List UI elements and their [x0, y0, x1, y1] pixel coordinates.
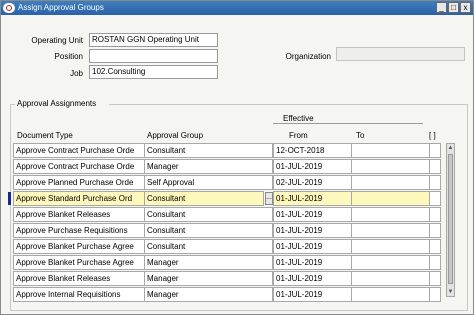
table-row[interactable]: Approve Contract Purchase Orde Consultant…	[8, 143, 444, 159]
to-date-cell[interactable]	[351, 223, 430, 238]
to-date-cell[interactable]	[351, 207, 430, 222]
from-date-cell[interactable]: 01-JUL-2019	[273, 207, 352, 222]
approval-group-cell[interactable]: Consultant	[144, 191, 264, 206]
descriptive-flexfield-cell[interactable]	[429, 255, 441, 270]
descriptive-flexfield-cell[interactable]	[429, 287, 441, 302]
record-indicator[interactable]	[8, 144, 11, 157]
from-date-cell[interactable]: 12-OCT-2018	[273, 143, 352, 158]
descriptive-flexfield-cell[interactable]	[429, 207, 441, 222]
approval-group-cell[interactable]: Manager	[144, 159, 273, 174]
list-of-values-button[interactable]: ...	[265, 192, 273, 205]
column-header-approval-group: Approval Group	[147, 131, 204, 140]
table-row[interactable]: Approve Blanket Releases Manager 01-JUL-20…	[8, 271, 444, 287]
window-title: Assign Approval Groups	[18, 3, 104, 12]
document-type-cell[interactable]: Approve Contract Purchase Orde	[13, 159, 145, 174]
section-title: Approval Assignments	[17, 99, 97, 108]
effective-divider	[273, 123, 423, 124]
record-indicator[interactable]	[8, 224, 11, 237]
scroll-up-icon[interactable]: ▲	[447, 144, 454, 152]
approval-group-cell[interactable]: Manager	[144, 271, 273, 286]
from-date-cell[interactable]: 01-JUL-2019	[273, 255, 352, 270]
operating-unit-field[interactable]: ROSTAN GGN Operating Unit	[89, 33, 218, 47]
from-date-cell[interactable]: 02-JUL-2019	[273, 175, 352, 190]
window-controls: _ □ x	[436, 2, 471, 13]
descriptive-flexfield-cell[interactable]	[429, 271, 441, 286]
table-row[interactable]: Approve Standard Purchase Ord Consultant.…	[8, 191, 444, 207]
document-type-cell[interactable]: Approve Blanket Purchase Agree	[13, 239, 145, 254]
table-row[interactable]: Approve Blanket Purchase Agree Manager 01-…	[8, 255, 444, 271]
column-header-from: From	[289, 131, 308, 140]
document-type-cell[interactable]: Approve Blanket Releases	[13, 207, 145, 222]
document-type-cell[interactable]: Approve Internal Requisitions	[13, 287, 145, 302]
record-indicator[interactable]	[8, 208, 11, 221]
record-indicator[interactable]	[8, 288, 11, 301]
title-bar: Assign Approval Groups _ □ x	[1, 1, 473, 15]
vertical-scrollbar[interactable]: ▲ ▼	[446, 143, 455, 297]
record-indicator[interactable]	[8, 240, 11, 253]
from-date-cell[interactable]: 01-JUL-2019	[273, 271, 352, 286]
position-label: Position	[54, 52, 83, 61]
approval-group-cell[interactable]: Consultant	[144, 143, 273, 158]
scroll-down-icon[interactable]: ▼	[447, 288, 454, 296]
table-row[interactable]: Approve Internal Requisitions Manager 01-J…	[8, 287, 444, 303]
record-indicator[interactable]	[8, 192, 11, 205]
to-date-cell[interactable]	[351, 255, 430, 270]
table-row[interactable]: Approve Blanket Releases Consultant 01-JUL…	[8, 207, 444, 223]
descriptive-flexfield-cell[interactable]	[429, 143, 441, 158]
table-row[interactable]: Approve Blanket Purchase Agree Consultant…	[8, 239, 444, 255]
to-date-cell[interactable]	[351, 175, 430, 190]
position-field[interactable]	[89, 49, 218, 63]
scroll-thumb[interactable]	[448, 154, 453, 284]
approval-group-cell[interactable]: Manager	[144, 287, 273, 302]
document-type-cell[interactable]: Approve Purchase Requisitions	[13, 223, 145, 238]
from-date-cell[interactable]: 01-JUL-2019	[273, 191, 352, 206]
job-label: Job	[70, 69, 83, 78]
record-indicator[interactable]	[8, 176, 11, 189]
assign-approval-groups-window: Assign Approval Groups _ □ x Operating U…	[0, 0, 474, 315]
approval-group-cell[interactable]: Consultant	[144, 207, 273, 222]
column-header-document-type: Document Type	[17, 131, 73, 140]
approval-group-cell[interactable]: Self Approval	[144, 175, 273, 190]
to-date-cell[interactable]	[351, 271, 430, 286]
record-indicator[interactable]	[8, 272, 11, 285]
oracle-logo-icon	[3, 3, 15, 13]
approval-group-cell[interactable]: Consultant	[144, 239, 273, 254]
effective-label: Effective	[283, 114, 314, 123]
document-type-cell[interactable]: Approve Standard Purchase Ord	[13, 191, 145, 206]
descriptive-flexfield-cell[interactable]	[429, 175, 441, 190]
to-date-cell[interactable]	[351, 191, 430, 206]
to-date-cell[interactable]	[351, 239, 430, 254]
from-date-cell[interactable]: 01-JUL-2019	[273, 159, 352, 174]
close-button[interactable]: x	[460, 2, 471, 13]
column-header-descriptive-flexfield: [ ]	[429, 131, 436, 140]
operating-unit-label: Operating Unit	[31, 36, 83, 45]
record-indicator[interactable]	[8, 256, 11, 269]
to-date-cell[interactable]	[351, 143, 430, 158]
from-date-cell[interactable]: 01-JUL-2019	[273, 287, 352, 302]
from-date-cell[interactable]: 01-JUL-2019	[273, 223, 352, 238]
record-indicator[interactable]	[8, 160, 11, 173]
table-row[interactable]: Approve Contract Purchase Orde Manager 01-…	[8, 159, 444, 175]
descriptive-flexfield-cell[interactable]	[429, 159, 441, 174]
organization-label: Organization	[285, 52, 331, 61]
to-date-cell[interactable]	[351, 159, 430, 174]
descriptive-flexfield-cell[interactable]	[429, 239, 441, 254]
descriptive-flexfield-cell[interactable]	[429, 223, 441, 238]
descriptive-flexfield-cell[interactable]	[429, 191, 441, 206]
column-header-to: To	[356, 131, 365, 140]
document-type-cell[interactable]: Approve Contract Purchase Orde	[13, 143, 145, 158]
table-row[interactable]: Approve Purchase Requisitions Consultant 0…	[8, 223, 444, 239]
to-date-cell[interactable]	[351, 287, 430, 302]
maximize-button[interactable]: □	[448, 2, 459, 13]
minimize-button[interactable]: _	[436, 2, 447, 13]
approval-group-cell[interactable]: Consultant	[144, 223, 273, 238]
job-field[interactable]: 102.Consulting	[89, 65, 218, 79]
document-type-cell[interactable]: Approve Blanket Purchase Agree	[13, 255, 145, 270]
approval-group-cell[interactable]: Manager	[144, 255, 273, 270]
organization-field	[336, 47, 465, 61]
from-date-cell[interactable]: 01-JUL-2019	[273, 239, 352, 254]
table-row[interactable]: Approve Planned Purchase Orde Self Approv…	[8, 175, 444, 191]
document-type-cell[interactable]: Approve Blanket Releases	[13, 271, 145, 286]
document-type-cell[interactable]: Approve Planned Purchase Orde	[13, 175, 145, 190]
